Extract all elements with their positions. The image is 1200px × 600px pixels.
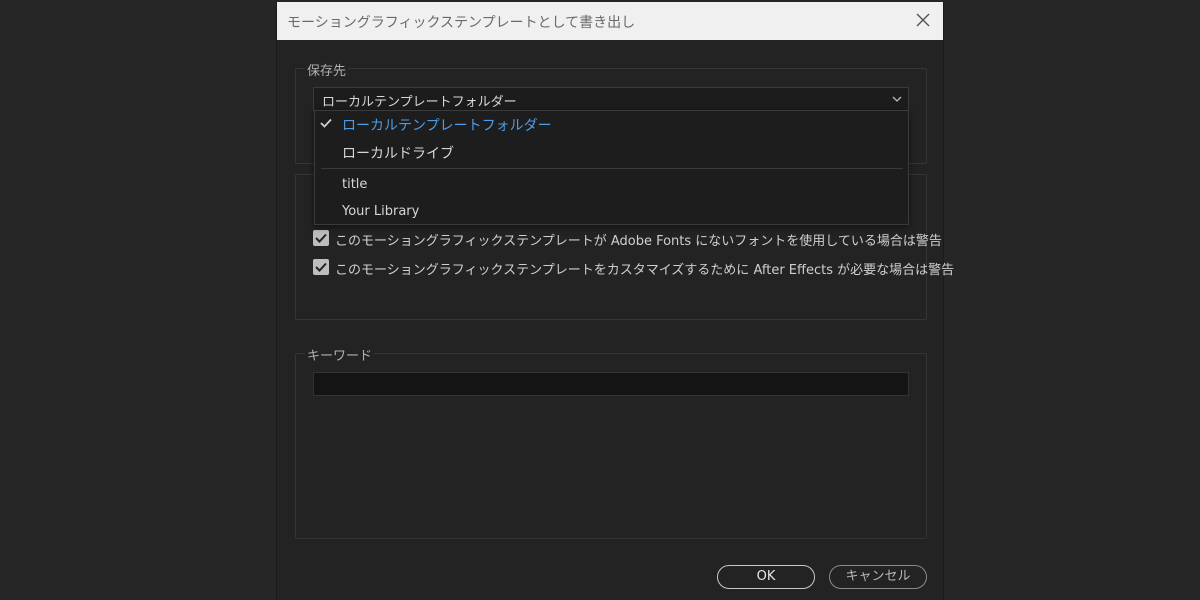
destination-group-label: 保存先 <box>305 60 349 79</box>
warn-adobe-fonts-checkbox[interactable] <box>313 230 329 246</box>
destination-select[interactable]: ローカルテンプレートフォルダー <box>313 87 909 111</box>
export-mogrt-dialog: モーショングラフィックステンプレートとして書き出し 保存先 ローカルテンプレート… <box>276 2 954 600</box>
check-icon <box>320 118 332 128</box>
dropdown-option-label: Your Library <box>342 204 420 219</box>
dialog-title: モーショングラフィックステンプレートとして書き出し <box>287 15 636 31</box>
warn-after-effects-checkbox-row[interactable]: このモーショングラフィックステンプレートをカスタマイズするために After E… <box>313 259 954 278</box>
warn-adobe-fonts-label: このモーショングラフィックステンプレートが Adobe Fonts にないフォン… <box>335 234 942 249</box>
close-icon <box>916 13 930 27</box>
ok-button[interactable]: OK <box>717 565 815 589</box>
dropdown-option-local-drive[interactable]: ローカルドライブ <box>315 139 908 165</box>
keywords-group-label: キーワード <box>305 345 375 364</box>
close-button[interactable] <box>911 8 935 32</box>
chevron-down-icon <box>892 96 902 102</box>
destination-dropdown-menu: ローカルテンプレートフォルダー ローカルドライブ title Your Libr… <box>314 110 909 225</box>
dropdown-option-title[interactable]: title <box>315 173 908 199</box>
dropdown-option-local-template-folder[interactable]: ローカルテンプレートフォルダー <box>315 111 908 137</box>
checkmark-icon <box>315 233 327 243</box>
destination-select-value: ローカルテンプレートフォルダー <box>322 95 517 110</box>
dropdown-option-your-library[interactable]: Your Library <box>315 200 908 226</box>
warn-after-effects-label: このモーショングラフィックステンプレートをカスタマイズするために After E… <box>335 263 955 278</box>
dropdown-option-label: ローカルテンプレートフォルダー <box>342 118 552 134</box>
dropdown-separator <box>321 168 903 169</box>
dialog-titlebar: モーショングラフィックステンプレートとして書き出し <box>277 2 943 40</box>
warn-after-effects-checkbox[interactable] <box>313 259 329 275</box>
cancel-button[interactable]: キャンセル <box>829 565 927 589</box>
keywords-input[interactable] <box>313 372 909 396</box>
warn-adobe-fonts-checkbox-row[interactable]: このモーショングラフィックステンプレートが Adobe Fonts にないフォン… <box>313 230 942 249</box>
dropdown-option-label: title <box>342 177 368 192</box>
checkmark-icon <box>315 262 327 272</box>
dropdown-option-label: ローカルドライブ <box>342 146 454 162</box>
